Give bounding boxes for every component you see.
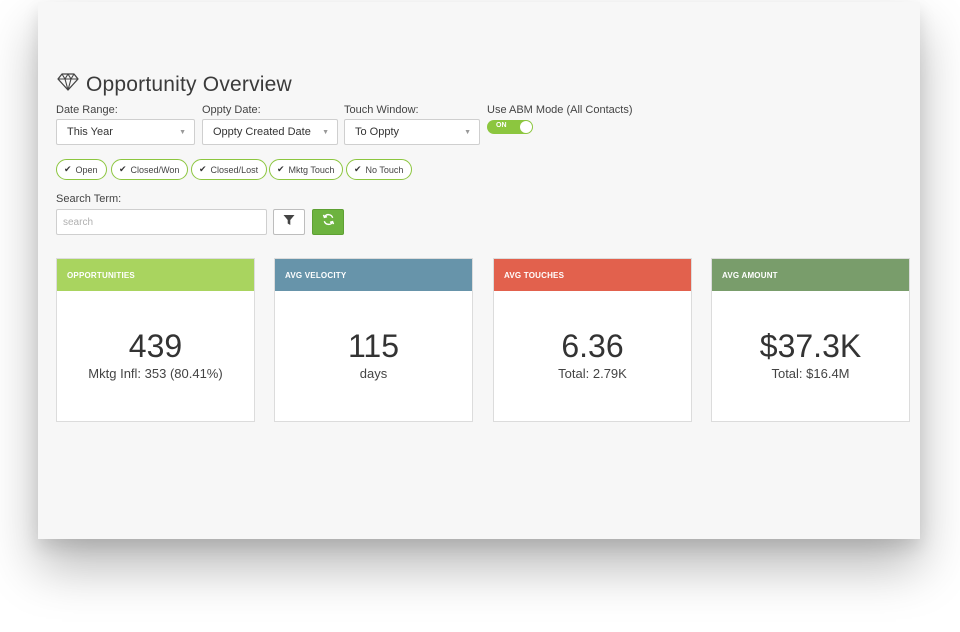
check-icon: ✔ — [199, 164, 207, 174]
toggle-knob — [520, 121, 532, 133]
touch-window-select[interactable]: To Oppty ▼ — [344, 119, 480, 145]
date-range-label: Date Range: — [56, 104, 118, 116]
filter-button[interactable] — [273, 209, 305, 235]
chip-label: Open — [75, 164, 98, 175]
card-value: 439 — [128, 328, 183, 364]
diamond-icon — [56, 72, 80, 97]
touch-window-value: To Oppty — [355, 126, 400, 138]
card-subtext: Mktg Infl: 353 (80.41%) — [88, 366, 223, 381]
check-icon: ✔ — [119, 164, 127, 174]
oppty-date-label: Oppty Date: — [202, 104, 261, 116]
card-header: AVG TOUCHES — [494, 259, 691, 291]
search-term-label: Search Term: — [56, 193, 122, 205]
card-avg-touches: AVG TOUCHES 6.36 Total: 2.79K — [493, 258, 692, 422]
card-header: AVG AMOUNT — [712, 259, 909, 291]
chip-closed-lost[interactable]: ✔ Closed/Lost — [191, 159, 268, 180]
caret-down-icon: ▼ — [179, 129, 186, 136]
chip-label: Mktg Touch — [288, 164, 335, 175]
abm-mode-toggle[interactable]: ON — [487, 120, 533, 134]
card-value: $37.3K — [759, 328, 862, 364]
refresh-button[interactable] — [312, 209, 344, 235]
card-subtext: Total: 2.79K — [558, 366, 627, 381]
chip-label: Closed/Won — [130, 164, 180, 175]
touch-window-label: Touch Window: — [344, 104, 419, 116]
chip-label: No Touch — [365, 164, 404, 175]
check-icon: ✔ — [277, 164, 285, 174]
card-header: OPPORTUNITIES — [57, 259, 254, 291]
page-header: Opportunity Overview — [56, 72, 292, 97]
date-range-value: This Year — [67, 126, 113, 138]
oppty-date-select[interactable]: Oppty Created Date ▼ — [202, 119, 338, 145]
toggle-state: ON — [496, 122, 507, 129]
page-title: Opportunity Overview — [86, 72, 292, 96]
card-avg-velocity: AVG VELOCITY 115 days — [274, 258, 473, 422]
card-opportunities: OPPORTUNITIES 439 Mktg Infl: 353 (80.41%… — [56, 258, 255, 422]
chip-mktg-touch[interactable]: ✔ Mktg Touch — [269, 159, 344, 180]
chip-label: Closed/Lost — [210, 164, 259, 175]
refresh-icon — [322, 213, 335, 231]
check-icon: ✔ — [64, 164, 72, 174]
chip-closed-won[interactable]: ✔ Closed/Won — [111, 159, 189, 180]
oppty-date-value: Oppty Created Date — [213, 126, 311, 138]
chip-open[interactable]: ✔ Open — [56, 159, 107, 180]
search-input[interactable] — [56, 209, 267, 235]
filter-icon — [283, 213, 295, 231]
abm-mode-label: Use ABM Mode (All Contacts) — [487, 104, 633, 116]
card-value: 115 — [347, 328, 399, 364]
app-window: Opportunity Overview Date Range: This Ye… — [38, 2, 920, 539]
card-avg-amount: AVG AMOUNT $37.3K Total: $16.4M — [711, 258, 910, 422]
check-icon: ✔ — [354, 164, 362, 174]
card-subtext: Total: $16.4M — [771, 366, 850, 381]
caret-down-icon: ▼ — [322, 129, 329, 136]
caret-down-icon: ▼ — [464, 129, 471, 136]
date-range-select[interactable]: This Year ▼ — [56, 119, 195, 145]
card-header: AVG VELOCITY — [275, 259, 472, 291]
card-subtext: days — [359, 366, 388, 381]
chip-no-touch[interactable]: ✔ No Touch — [346, 159, 413, 180]
card-value: 6.36 — [561, 328, 624, 364]
